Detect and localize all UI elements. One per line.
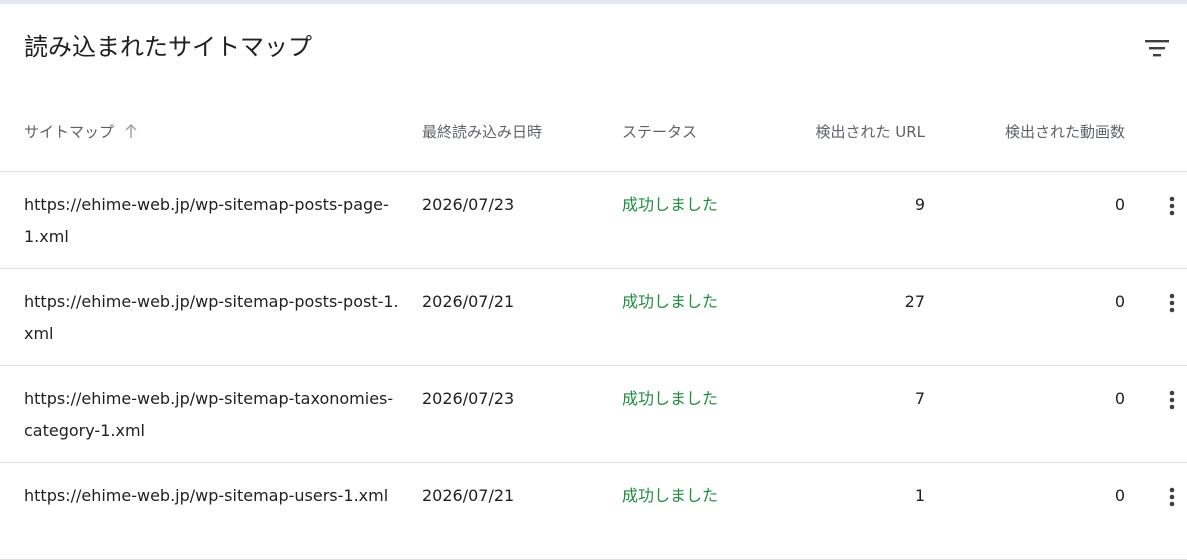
more-vert-icon [1169, 390, 1175, 410]
filter-button[interactable] [1140, 32, 1174, 66]
column-header-last-read[interactable]: 最終読み込み日時 [422, 122, 542, 142]
row-menu-button[interactable] [1160, 194, 1184, 218]
videos-found-count: 0 [1114, 389, 1125, 408]
filter-icon [1145, 40, 1169, 57]
last-read-date: 2026/07/23 [422, 389, 515, 408]
status-text: 成功しました [622, 486, 719, 505]
table-row[interactable]: https://ehime-web.jp/wp-sitemap-posts-pa… [0, 172, 1187, 269]
more-vert-icon [1169, 196, 1175, 216]
more-vert-icon [1169, 487, 1175, 507]
status-text: 成功しました [622, 292, 719, 311]
videos-found-count: 0 [1114, 195, 1125, 214]
urls-found-count: 1 [914, 486, 925, 505]
column-header-videos-found[interactable]: 検出された動画数 [1005, 122, 1125, 142]
videos-found-count: 0 [1114, 486, 1125, 505]
urls-found-count: 7 [914, 389, 925, 408]
videos-found-count: 0 [1114, 292, 1125, 311]
last-read-date: 2026/07/21 [422, 292, 515, 311]
sitemap-url[interactable]: https://ehime-web.jp/wp-sitemap-posts-pa… [24, 189, 399, 253]
column-header-status[interactable]: ステータス [622, 122, 697, 142]
sitemap-url[interactable]: https://ehime-web.jp/wp-sitemap-taxonomi… [24, 383, 399, 447]
sitemap-url[interactable]: https://ehime-web.jp/wp-sitemap-users-1.… [24, 480, 399, 512]
table-row[interactable]: https://ehime-web.jp/wp-sitemap-users-1.… [0, 463, 1187, 560]
status-text: 成功しました [622, 389, 719, 408]
sitemap-url[interactable]: https://ehime-web.jp/wp-sitemap-posts-po… [24, 286, 399, 350]
page-title: 読み込まれたサイトマップ [24, 33, 312, 61]
table-row[interactable]: https://ehime-web.jp/wp-sitemap-posts-po… [0, 269, 1187, 366]
column-header-sitemap[interactable]: サイトマップ [24, 122, 138, 144]
row-menu-button[interactable] [1160, 388, 1184, 412]
urls-found-count: 9 [914, 195, 925, 214]
more-vert-icon [1169, 293, 1175, 313]
column-header-urls-found[interactable]: 検出された URL [815, 122, 925, 142]
last-read-date: 2026/07/23 [422, 195, 515, 214]
column-header-sitemap-label: サイトマップ [24, 123, 115, 141]
sitemaps-card: 読み込まれたサイトマップ サイトマップ 最終読み込み日時 ステータス 検出された… [0, 0, 1187, 560]
arrow-up-icon [124, 123, 138, 144]
status-text: 成功しました [622, 195, 719, 214]
row-menu-button[interactable] [1160, 291, 1184, 315]
row-menu-button[interactable] [1160, 485, 1184, 509]
table-header: サイトマップ 最終読み込み日時 ステータス 検出された URL 検出された動画数 [0, 100, 1187, 172]
last-read-date: 2026/07/21 [422, 486, 515, 505]
table-row[interactable]: https://ehime-web.jp/wp-sitemap-taxonomi… [0, 366, 1187, 463]
urls-found-count: 27 [904, 292, 925, 311]
